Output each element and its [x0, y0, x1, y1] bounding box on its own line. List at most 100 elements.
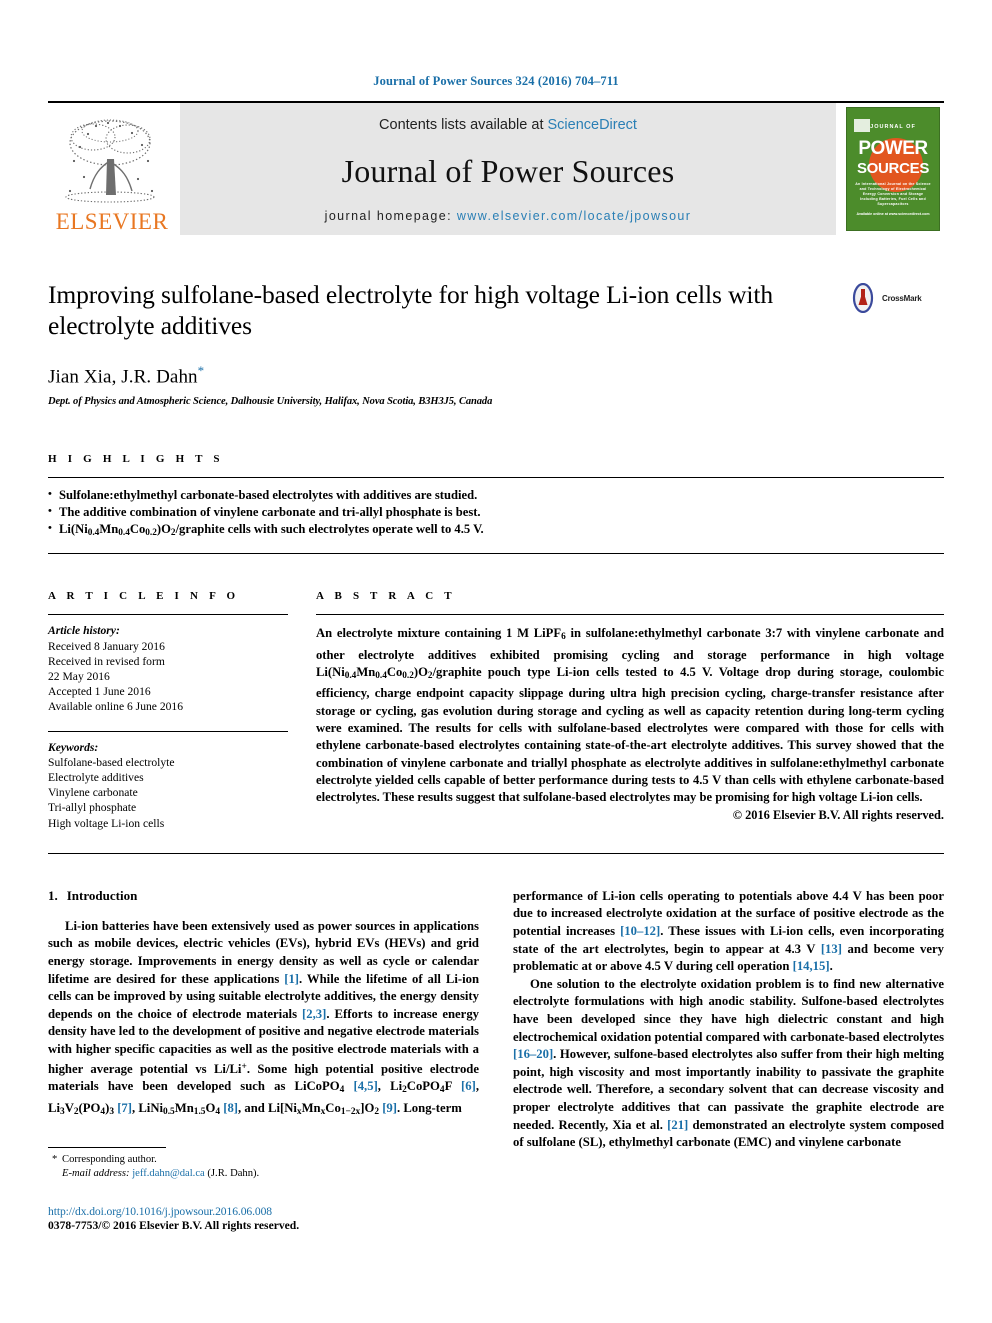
abstract-text: An electrolyte mixture containing 1 M Li…	[316, 615, 944, 806]
body-column-left: 1. Introduction Li-ion batteries have bee…	[48, 888, 479, 1232]
citation-ref[interactable]: [6]	[461, 1079, 476, 1093]
t: F	[444, 1079, 462, 1094]
email-link[interactable]: jeff.dahn@dal.ca	[132, 1168, 205, 1179]
cover-subtitle: An International Journal on the Science …	[855, 182, 931, 206]
citation-ref[interactable]: [9]	[382, 1101, 397, 1115]
email-owner: (J.R. Dahn).	[207, 1168, 260, 1180]
author-list: Jian Xia, J.R. Dahn*	[48, 363, 830, 388]
citation-ref[interactable]: [4,5]	[353, 1079, 377, 1093]
journal-homepage-line: journal homepage: www.elsevier.com/locat…	[325, 209, 692, 223]
journal-masthead: ELSEVIER Contents lists available at Sci…	[48, 101, 944, 235]
sciencedirect-link[interactable]: ScienceDirect	[548, 117, 637, 133]
crossmark-label: CrossMark	[882, 293, 922, 303]
corresponding-author-marker[interactable]: *	[198, 363, 205, 378]
citation-ref[interactable]: [1]	[284, 972, 299, 986]
highlight-item-3-mid2: Co	[129, 522, 146, 537]
highlight-item-3-post: /graphite cells with such electrolytes o…	[175, 522, 484, 537]
t: V	[64, 1100, 74, 1115]
footnote-rule	[48, 1147, 166, 1149]
homepage-url[interactable]: www.elsevier.com/locate/jpowsour	[457, 209, 691, 223]
highlight-item: Li(Ni0.4Mn0.4Co0.2)O2/graphite cells wit…	[48, 520, 944, 542]
highlight-item-3-mid3: )O	[156, 522, 171, 537]
highlight-item: Sulfolane:ethylmethyl carbonate-based el…	[48, 486, 944, 504]
citation-ref[interactable]: [13]	[821, 942, 842, 956]
footnote-corresponding-text: Corresponding author.	[62, 1154, 157, 1166]
t: .	[829, 959, 833, 974]
section-divider-rule	[48, 852, 944, 854]
abs-c: Mn	[356, 665, 376, 680]
keyword-item: Tri-allyl phosphate	[48, 801, 137, 815]
t: CoPO	[406, 1079, 440, 1094]
highlights-list: Sulfolane:ethylmethyl carbonate-based el…	[48, 478, 944, 542]
sub: 0.2	[402, 671, 414, 682]
footnote-email: E-mail address: jeff.dahn@dal.ca (J.R. D…	[48, 1167, 479, 1181]
section-heading-introduction: 1. Introduction	[48, 888, 479, 904]
t: (PO	[78, 1100, 101, 1115]
sub: 0.4	[118, 528, 130, 539]
info-abstract-section: A R T I C L E I N F O Article history: R…	[48, 590, 944, 830]
highlight-item: The additive combination of vinylene car…	[48, 503, 944, 521]
history-line: Received in revised form	[48, 654, 165, 668]
section-number: 1.	[48, 887, 58, 903]
citation-ref[interactable]: [16–20]	[513, 1047, 553, 1061]
article-info-label: A R T I C L E I N F O	[48, 590, 240, 603]
t: One solution to the electrolyte oxidatio…	[513, 976, 944, 1044]
author-names: Jian Xia, J.R. Dahn	[48, 366, 198, 388]
abstract-copyright: © 2016 Elsevier B.V. All rights reserved…	[732, 808, 944, 823]
abs-d: Co	[386, 665, 403, 680]
keyword-item: High voltage Li-ion cells	[48, 816, 165, 830]
citation-ref[interactable]: [8]	[223, 1101, 238, 1115]
running-head: Journal of Power Sources 324 (2016) 704–…	[373, 74, 619, 88]
elsevier-wordmark: ELSEVIER	[55, 209, 169, 234]
keywords-heading: Keywords:	[48, 740, 99, 754]
abs-a: An electrolyte mixture containing 1 M Li…	[316, 626, 562, 641]
article-history-group: Article history: Received 8 January 2016…	[48, 615, 288, 714]
cover-imprint: Available online at www.sciencedirect.co…	[856, 212, 930, 216]
doi-link[interactable]: http://dx.doi.org/10.1016/j.jpowsour.201…	[48, 1205, 479, 1218]
highlight-item-3-pre: Li(Ni	[59, 522, 88, 537]
footnote-corresponding: * Corresponding author.	[48, 1153, 479, 1167]
body-columns: 1. Introduction Li-ion batteries have bee…	[48, 888, 944, 1233]
title-block: Improving sulfolane-based electrolyte fo…	[48, 279, 944, 407]
history-line: Accepted 1 June 2016	[48, 685, 151, 699]
citation-ref[interactable]: [10–12]	[620, 924, 660, 938]
doi-block: http://dx.doi.org/10.1016/j.jpowsour.201…	[48, 1205, 479, 1232]
cover-line3: SOURCES	[856, 160, 930, 177]
sub: 0.4	[87, 528, 100, 539]
sub: 0.4	[344, 671, 357, 682]
keyword-item: Sulfolane-based electrolyte	[48, 755, 175, 769]
sub: 0.2	[145, 528, 157, 539]
contents-prefix: Contents lists available at	[379, 117, 548, 133]
highlights-bottom-rule	[48, 553, 944, 555]
cover-line2: POWER	[858, 138, 928, 159]
article-page: Journal of Power Sources 324 (2016) 704–…	[0, 0, 992, 1323]
article-info-column: A R T I C L E I N F O Article history: R…	[48, 590, 316, 830]
t: , and Li[Ni	[238, 1100, 297, 1115]
citation-ref[interactable]: [7]	[117, 1101, 132, 1115]
citation-ref[interactable]: [14,15]	[793, 959, 830, 973]
citation-ref[interactable]: [2,3]	[302, 1007, 326, 1021]
footnote-area: * Corresponding author. E-mail address: j…	[48, 1147, 479, 1181]
crossmark-badge[interactable]: CrossMark	[848, 283, 944, 313]
abs-f: /graphite pouch type Li-ion cells tested…	[316, 665, 944, 805]
history-line: Received 8 January 2016	[48, 639, 165, 653]
footnote-marker: *	[52, 1154, 58, 1166]
t: O	[205, 1100, 216, 1115]
section-heading-text: Introduction	[66, 887, 138, 903]
abs-e: )O	[413, 665, 428, 680]
sub: 1.5	[193, 1106, 206, 1117]
citation-ref[interactable]: [21]	[667, 1118, 688, 1132]
t: ]O	[360, 1100, 375, 1115]
journal-name: Journal of Power Sources	[341, 152, 675, 189]
article-history-heading: Article history:	[48, 624, 120, 638]
intro-paragraph-right-2: One solution to the electrolyte oxidatio…	[513, 976, 944, 1152]
crossmark-icon	[852, 283, 874, 313]
issn-copyright: 0378-7753/© 2016 Elsevier B.V. All right…	[48, 1219, 300, 1233]
intro-paragraph-right-1: performance of Li-ion cells operating to…	[513, 888, 944, 976]
t: , Li	[377, 1079, 403, 1094]
sub: 1−2x	[340, 1106, 361, 1117]
highlight-item-3-mid1: Mn	[99, 522, 119, 537]
t: , LiNi	[131, 1100, 164, 1115]
body-column-right: performance of Li-ion cells operating to…	[513, 888, 944, 1233]
contents-line: Contents lists available at ScienceDirec…	[379, 117, 637, 133]
